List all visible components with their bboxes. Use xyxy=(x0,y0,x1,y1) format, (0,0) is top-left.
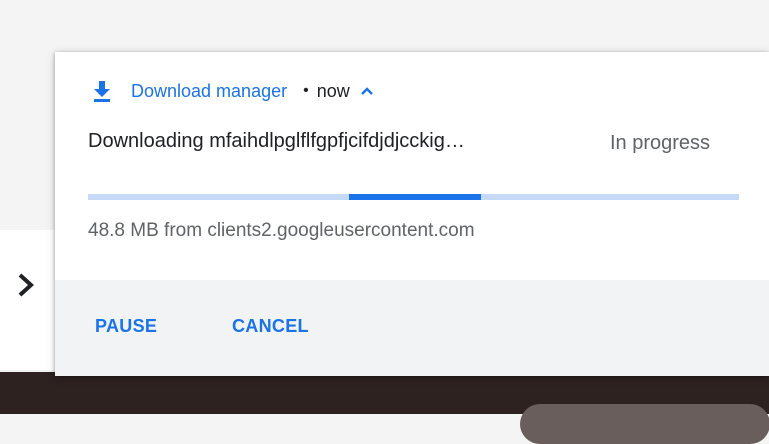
notification-time: now xyxy=(316,80,350,101)
cancel-button[interactable]: CANCEL xyxy=(232,316,309,337)
download-title: Downloading mfaihdlpglflfgpfjcifdjdjccki… xyxy=(88,130,465,152)
download-icon xyxy=(94,81,110,102)
background-pill xyxy=(520,404,769,444)
chevron-right-icon[interactable] xyxy=(14,271,38,299)
app-name: Download manager xyxy=(131,80,288,101)
notification-actions: PAUSE CANCEL xyxy=(55,280,769,376)
header-separator: • xyxy=(303,82,309,99)
notification-header[interactable]: Download manager • now xyxy=(92,79,374,103)
caret-up-icon[interactable] xyxy=(360,86,374,96)
pause-button[interactable]: PAUSE xyxy=(95,316,157,337)
download-progress-indicator xyxy=(349,194,481,200)
download-status: In progress xyxy=(610,132,711,154)
download-notification[interactable]: Download manager • now Downloading mfaih… xyxy=(55,52,769,376)
download-progress-bar xyxy=(88,194,739,200)
download-detail: 48.8 MB from clients2.googleusercontent.… xyxy=(88,220,475,241)
